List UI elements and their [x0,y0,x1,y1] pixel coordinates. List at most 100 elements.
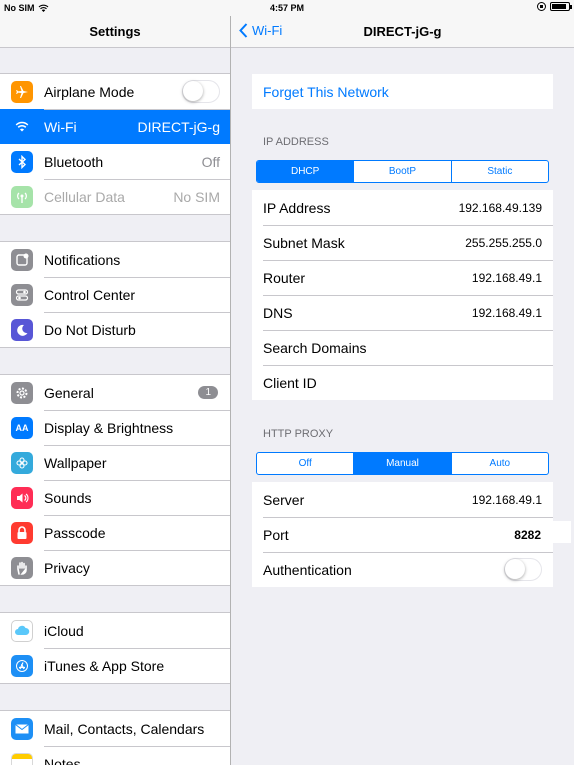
settings-group-general: General 1 AA Display & Brightness Wallpa… [0,374,230,586]
sidebar-item-do-not-disturb[interactable]: Do Not Disturb [0,312,230,347]
sidebar-item-notes[interactable]: Notes [0,746,230,765]
row-label: Subnet Mask [263,234,345,251]
sidebar-item-itunes-app-store[interactable]: iTunes & App Store [0,648,230,683]
search-domains-row[interactable]: Search Domains [252,330,553,365]
row-label: Client ID [263,374,317,391]
authentication-row: Authentication [252,552,553,587]
row-value: 192.168.49.1 [471,305,542,320]
app-store-icon [11,654,33,677]
cellular-value: No SIM [173,188,220,205]
airplane-mode-toggle[interactable] [182,80,220,103]
sidebar-item-label: General [44,384,94,401]
sidebar-item-label: Wi-Fi [44,118,77,135]
cellular-icon [11,185,33,208]
display-icon: AA [11,416,33,439]
sidebar-item-label: Display & Brightness [44,419,174,436]
lock-icon [11,521,33,544]
sidebar-item-sounds[interactable]: Sounds [0,480,230,515]
forget-network-label: Forget This Network [263,83,389,100]
row-label: IP Address [263,199,331,216]
segment-bootp[interactable]: BootP [353,161,450,182]
bluetooth-value: Off [201,153,220,170]
proxy-details-card: Server 192.168.49.1 Port 8282 Authentica… [252,482,553,587]
page-title: DIRECT-jG-g [363,24,442,39]
segment-static[interactable]: Static [450,161,548,182]
server-value: 192.168.49.1 [471,492,542,507]
port-field-overlay [547,521,571,543]
forget-network-button[interactable]: Forget This Network [252,74,553,109]
authentication-toggle[interactable] [504,558,542,581]
status-time: 4:57 PM [269,3,304,13]
router-row[interactable]: Router 192.168.49.1 [252,260,553,295]
sidebar-item-control-center[interactable]: Control Center [0,277,230,312]
cloud-icon [11,619,33,642]
detail-nav-bar: Wi-Fi DIRECT-jG-g [231,16,574,48]
sidebar-item-cellular-data[interactable]: Cellular Data No SIM [0,179,230,214]
sidebar-item-label: Mail, Contacts, Calendars [44,720,205,737]
gear-icon [11,381,33,404]
wallpaper-icon [11,451,33,474]
row-label: DNS [263,304,293,321]
notes-icon [11,752,33,765]
sidebar-item-label: Wallpaper [44,454,107,471]
server-row[interactable]: Server 192.168.49.1 [252,482,553,517]
port-value: 8282 [514,527,541,542]
sidebar-item-label: Sounds [44,489,92,506]
settings-group-notifications: Notifications Control Center Do Not Dist… [0,241,230,348]
segment-off[interactable]: Off [257,453,353,474]
update-badge: 1 [198,386,218,399]
sidebar-item-airplane-mode[interactable]: Airplane Mode [0,74,230,109]
status-bar: No SIM 4:57 PM [0,0,574,16]
settings-group-accounts: iCloud iTunes & App Store [0,612,230,684]
row-label: Router [263,269,306,286]
server-label: Server [263,491,305,508]
segment-auto[interactable]: Auto [450,453,548,474]
speaker-icon [11,486,33,509]
segment-manual[interactable]: Manual [353,453,451,474]
sidebar-item-label: Bluetooth [44,153,104,170]
segment-dhcp[interactable]: DHCP [257,161,354,182]
sidebar-item-label: Control Center [44,286,136,303]
moon-icon [11,318,33,341]
sidebar-item-bluetooth[interactable]: Bluetooth Off [0,144,230,179]
sidebar-item-label: Do Not Disturb [44,321,136,338]
wifi-icon [11,115,33,138]
ip-details-card: IP Address 192.168.49.139 Subnet Mask 25… [252,190,553,400]
sidebar-item-display-brightness[interactable]: AA Display & Brightness [0,410,230,445]
battery-icon [550,2,572,11]
sidebar-item-label: Passcode [44,524,106,541]
dns-row[interactable]: DNS 192.168.49.1 [252,295,553,330]
ip-address-header: IP ADDRESS [263,136,329,148]
client-id-row[interactable]: Client ID [252,365,553,400]
sidebar-item-general[interactable]: General 1 [0,375,230,410]
row-label: Search Domains [263,339,367,356]
settings-group-connectivity: Airplane Mode Wi-Fi DIRECT-jG-g Bluetoot… [0,73,230,215]
port-row[interactable]: Port 8282 [252,517,553,552]
sidebar-title: Settings [0,16,230,48]
subnet-mask-row[interactable]: Subnet Mask 255.255.255.0 [252,225,553,260]
forget-network-card: Forget This Network [252,74,553,109]
sidebar-item-label: iTunes & App Store [44,657,165,674]
sidebar-item-passcode[interactable]: Passcode [0,515,230,550]
notifications-icon [11,248,33,271]
settings-sidebar: Settings Airplane Mode Wi-Fi DIRECT-jG-g… [0,16,230,765]
sidebar-item-wifi[interactable]: Wi-Fi DIRECT-jG-g [0,109,230,144]
mail-icon [11,717,33,740]
sidebar-item-wallpaper[interactable]: Wallpaper [0,445,230,480]
hand-icon [11,556,33,579]
ip-address-row[interactable]: IP Address 192.168.49.139 [252,190,553,225]
airplane-icon [11,80,33,103]
bluetooth-icon [11,150,33,173]
port-label: Port [263,526,289,543]
http-proxy-header: HTTP PROXY [263,428,334,440]
sidebar-item-label: Notes [44,755,81,765]
sidebar-item-mail-contacts-calendars[interactable]: Mail, Contacts, Calendars [0,711,230,746]
settings-group-apps: Mail, Contacts, Calendars Notes [0,710,230,765]
ip-mode-segmented-control: DHCP BootP Static [256,160,549,183]
wifi-detail-pane: Wi-Fi DIRECT-jG-g Forget This Network IP… [231,16,574,765]
sidebar-item-icloud[interactable]: iCloud [0,613,230,648]
sidebar-item-label: Privacy [44,559,90,576]
sidebar-item-privacy[interactable]: Privacy [0,550,230,585]
sidebar-item-notifications[interactable]: Notifications [0,242,230,277]
row-value: 255.255.255.0 [465,235,542,250]
